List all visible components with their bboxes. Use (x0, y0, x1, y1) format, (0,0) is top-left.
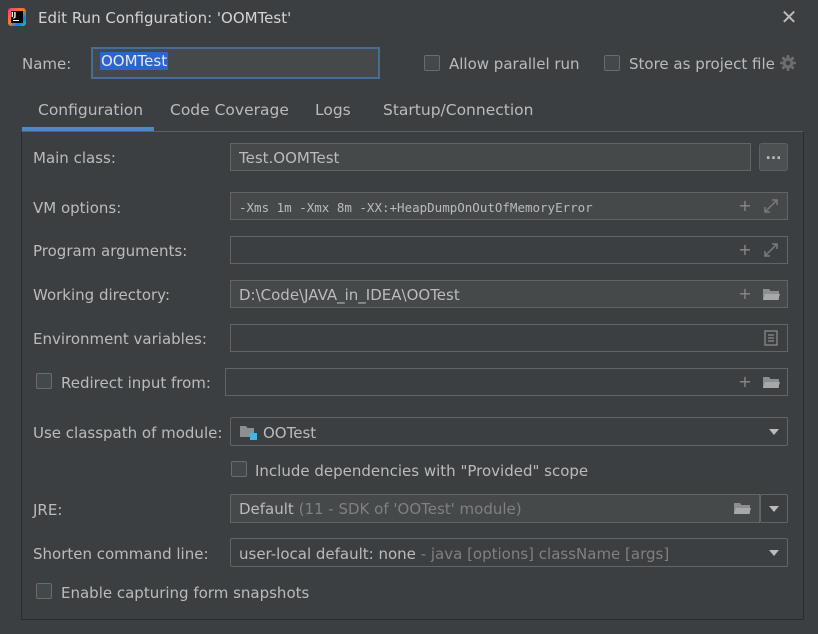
module-folder-icon (239, 423, 259, 441)
expand-icon[interactable] (762, 241, 780, 259)
chevron-down-icon[interactable] (769, 429, 779, 435)
close-icon[interactable]: ✕ (778, 6, 800, 28)
document-icon[interactable] (764, 330, 778, 346)
working-directory-input[interactable]: D:\Code\JAVA_in_IDEA\OOTest (230, 280, 788, 308)
include-dependencies-label: Include dependencies with "Provided" sco… (255, 462, 589, 480)
classpath-module-label: Use classpath of module: (33, 424, 223, 442)
allow-parallel-run-checkbox[interactable] (424, 55, 440, 71)
folder-icon[interactable] (762, 374, 780, 390)
chevron-down-icon[interactable] (769, 550, 779, 556)
shorten-command-line-label: Shorten command line: (33, 545, 209, 563)
browse-main-class-button[interactable]: ... (759, 143, 788, 171)
name-input[interactable]: OOMTest (91, 47, 380, 79)
intellij-idea-icon: IJ (8, 8, 26, 26)
name-input-value: OOMTest (100, 52, 169, 70)
tab-code-coverage[interactable]: Code Coverage (170, 101, 289, 119)
store-as-project-file-label: Store as project file (629, 55, 775, 73)
window-title: Edit Run Configuration: 'OOMTest' (38, 9, 292, 27)
folder-icon[interactable] (762, 286, 780, 302)
name-label: Name: (22, 55, 72, 73)
tab-configuration[interactable]: Configuration (38, 101, 143, 119)
gear-icon[interactable] (779, 54, 797, 72)
enable-snapshots-checkbox[interactable] (36, 583, 52, 599)
vm-options-label: VM options: (33, 199, 122, 217)
environment-variables-label: Environment variables: (33, 330, 207, 348)
allow-parallel-run-label: Allow parallel run (449, 55, 580, 73)
vm-options-value: -Xms 1m -Xmx 8m -XX:+HeapDumpOnOutOfMemo… (239, 200, 593, 215)
shorten-command-line-hint: - java [options] className [args] (420, 545, 670, 563)
tab-logs[interactable]: Logs (315, 101, 351, 119)
plus-icon[interactable]: + (735, 373, 755, 391)
shorten-command-line-value: user-local default: none - java [options… (239, 545, 669, 563)
main-class-input[interactable]: Test.OOMTest (230, 143, 751, 171)
classpath-module-value: OOTest (263, 424, 317, 442)
jre-value: Default (239, 500, 294, 518)
plus-icon[interactable]: + (735, 241, 755, 259)
expand-icon[interactable] (762, 197, 780, 215)
jre-input[interactable]: Default (11 - SDK of 'OOTest' module) (230, 494, 760, 523)
program-arguments-input[interactable] (230, 236, 788, 264)
shorten-command-line-current: user-local default: none (239, 545, 416, 563)
redirect-input-label: Redirect input from: (61, 374, 211, 392)
plus-icon[interactable]: + (735, 285, 755, 303)
environment-variables-input[interactable] (230, 324, 788, 352)
tab-startup-connection[interactable]: Startup/Connection (383, 101, 533, 119)
enable-snapshots-label: Enable capturing form snapshots (61, 584, 310, 602)
jre-hint: (11 - SDK of 'OOTest' module) (298, 500, 522, 518)
plus-icon[interactable]: + (735, 197, 755, 215)
chevron-down-icon[interactable] (769, 506, 779, 512)
program-arguments-label: Program arguments: (33, 242, 188, 260)
jre-label: JRE: (33, 501, 63, 519)
main-class-label: Main class: (33, 149, 116, 167)
working-directory-label: Working directory: (33, 286, 171, 304)
redirect-input-checkbox[interactable] (36, 373, 52, 389)
redirect-input-field[interactable] (225, 368, 788, 396)
folder-icon[interactable] (733, 500, 751, 516)
vm-options-input[interactable]: -Xms 1m -Xmx 8m -XX:+HeapDumpOnOutOfMemo… (230, 192, 788, 220)
include-dependencies-checkbox[interactable] (231, 461, 247, 477)
store-as-project-file-checkbox[interactable] (604, 55, 620, 71)
